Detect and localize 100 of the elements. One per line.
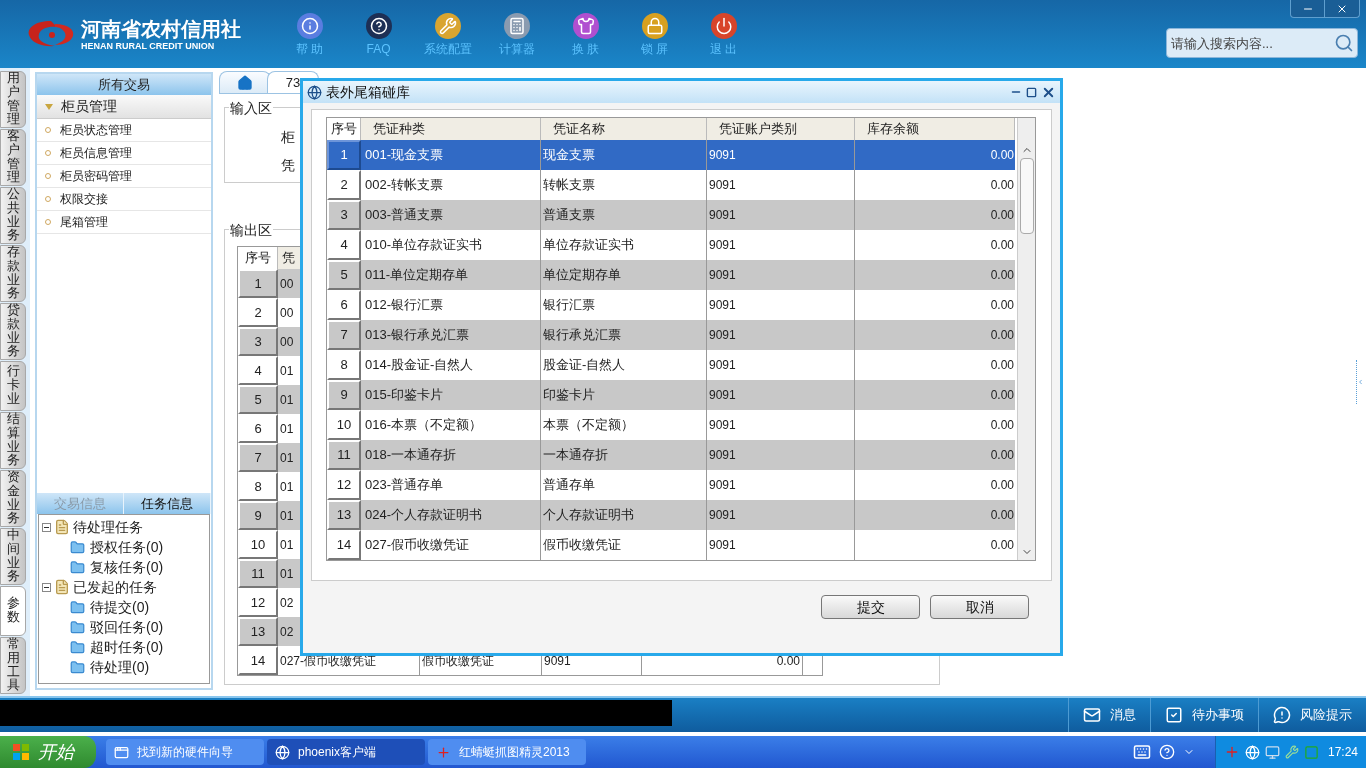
tree-toggle-icon[interactable] — [42, 522, 51, 532]
side-tab[interactable]: 存款业务 — [0, 245, 26, 302]
table-cell: 9091 — [707, 530, 855, 560]
row-number: 10 — [238, 530, 278, 559]
row-number: 9 — [327, 380, 361, 410]
status-button[interactable]: 风险提示 — [1258, 698, 1366, 732]
table-row[interactable]: 5 011-单位定期存单 单位定期存单 9091 0.00 — [327, 260, 1015, 290]
table-cell-text: 0.00 — [989, 177, 1015, 194]
status-button[interactable]: 待办事项 — [1150, 698, 1258, 732]
sidebar-item[interactable]: 柜员信息管理 — [37, 142, 211, 165]
search-field[interactable]: 请输入搜索内容... — [1166, 28, 1358, 58]
caret-icon — [45, 103, 53, 110]
folder-icon — [70, 599, 85, 615]
info-icon — [296, 12, 323, 39]
table-row[interactable]: 4 010-单位存款证实书 单位存款证实书 9091 0.00 — [327, 230, 1015, 260]
tree-node[interactable]: 待提交(0) — [90, 596, 150, 618]
side-tab[interactable]: 贷款业务 — [0, 303, 26, 360]
row-number: 8 — [238, 472, 278, 501]
tree-node[interactable]: 超时任务(0) — [90, 636, 164, 658]
table-cell: 027-假币收缴凭证 — [361, 530, 541, 560]
row-number: 7 — [327, 320, 361, 350]
tree-node[interactable]: 待处理任务 — [73, 516, 143, 538]
table-row[interactable]: 2 002-转帐支票 转帐支票 9091 0.00 — [327, 170, 1015, 200]
lock-icon — [641, 12, 668, 39]
table-row[interactable]: 3 003-普通支票 普通支票 9091 0.00 — [327, 200, 1015, 230]
row-number: 10 — [327, 410, 361, 440]
tree-toggle-icon[interactable] — [42, 582, 51, 592]
sidebar-item[interactable]: 柜员密码管理 — [37, 165, 211, 188]
folder-icon — [70, 619, 85, 635]
side-tab[interactable]: 资金业务 — [0, 470, 26, 527]
table-cell-text: 0.00 — [989, 267, 1015, 284]
table-cell-text: 0.00 — [989, 297, 1015, 314]
table-row[interactable]: 9 015-印鉴卡片 印鉴卡片 9091 0.00 — [327, 380, 1015, 410]
table-row[interactable]: 10 016-本票（不定额） 本票（不定额） 9091 0.00 — [327, 410, 1015, 440]
side-tab[interactable]: 参数 — [0, 586, 26, 636]
table-row[interactable]: 6 012-银行汇票 银行汇票 9091 0.00 — [327, 290, 1015, 320]
dialog-button[interactable]: 取消 — [930, 595, 1029, 619]
help-icon — [365, 12, 392, 39]
mail-icon — [1083, 706, 1101, 724]
tree-node[interactable]: 驳回任务(0) — [90, 616, 164, 638]
sidebar-item[interactable]: 权限交接 — [37, 188, 211, 211]
info-tab[interactable]: 任务信息 — [124, 493, 211, 514]
help-icon[interactable] — [1158, 744, 1175, 760]
table-row[interactable]: 1 001-现金支票 现金支票 9091 0.00 — [327, 140, 1015, 170]
row-number: 14 — [327, 530, 361, 560]
table-cell-text: 0.00 — [989, 207, 1015, 224]
row-number: 1 — [327, 140, 361, 170]
taskbar-button[interactable]: phoenix客户端 — [267, 739, 425, 765]
tree-node[interactable]: 待处理(0) — [90, 656, 150, 678]
column-header: 序号 — [327, 118, 361, 140]
scroll-thumb[interactable] — [1019, 158, 1034, 234]
side-tab[interactable]: 公共业务 — [0, 187, 26, 244]
tool-icon[interactable] — [1284, 745, 1299, 759]
row-number: 4 — [238, 356, 278, 385]
collapse-handle[interactable] — [1356, 360, 1364, 404]
row-number: 3 — [238, 327, 278, 356]
row-number: 13 — [238, 617, 278, 646]
status-button[interactable]: 消息 — [1068, 698, 1150, 732]
keyboard-icon[interactable] — [1132, 743, 1151, 761]
table-row[interactable]: 14 027-假币收缴凭证 假币收缴凭证 9091 0.00 — [327, 530, 1015, 560]
table-cell-text: 0.00 — [989, 417, 1015, 434]
folder-icon — [70, 539, 85, 555]
sidebar-item[interactable]: 柜员状态管理 — [37, 119, 211, 142]
home-tab[interactable] — [219, 71, 271, 93]
row-number: 2 — [327, 170, 361, 200]
tree-node[interactable]: 复核任务(0) — [90, 556, 164, 578]
side-tab[interactable]: 结算业务 — [0, 412, 26, 469]
section-title: 输入区 — [229, 98, 273, 119]
chevron-left-icon — [1357, 377, 1364, 387]
tree-node[interactable]: 授权任务(0) — [90, 536, 164, 558]
scrollbar[interactable] — [1017, 118, 1035, 560]
folder-document-icon — [54, 579, 70, 595]
table-cell-text: 0.00 — [989, 387, 1015, 404]
search-icon[interactable] — [1334, 33, 1354, 53]
table-cell-text: 0.00 — [989, 357, 1015, 374]
side-tab[interactable]: 用户管理 — [0, 71, 26, 128]
calculator-icon — [503, 12, 530, 39]
side-tab[interactable]: 客户管理 — [0, 129, 26, 186]
dialog-button[interactable]: 提交 — [821, 595, 920, 619]
side-tab[interactable]: 行卡业 — [0, 361, 26, 411]
table-row[interactable]: 13 024-个人存款证明书 个人存款证明书 9091 0.00 — [327, 500, 1015, 530]
tree-node[interactable]: 已发起的任务 — [73, 576, 157, 598]
table-row[interactable]: 11 018-一本通存折 一本通存折 9091 0.00 — [327, 440, 1015, 470]
network-icon[interactable] — [1264, 744, 1280, 760]
maximize-icon[interactable] — [1026, 86, 1037, 98]
sidebar-item[interactable]: 尾箱管理 — [37, 211, 211, 234]
field-label: 柜 — [281, 128, 295, 146]
sidebar-group[interactable]: 柜员管理 — [37, 95, 211, 119]
table-cell-text: 0.00 — [989, 507, 1015, 524]
side-tab[interactable]: 常用工具 — [0, 637, 26, 694]
table-row[interactable]: 12 023-普通存单 普通存单 9091 0.00 — [327, 470, 1015, 500]
globe-icon[interactable] — [1244, 744, 1260, 760]
globe-icon — [275, 744, 290, 760]
start-button[interactable]: 开始 — [0, 736, 96, 768]
table-row[interactable]: 7 013-银行承兑汇票 银行承兑汇票 9091 0.00 — [327, 320, 1015, 350]
table-row[interactable]: 8 014-股金证-自然人 股金证-自然人 9091 0.00 — [327, 350, 1015, 380]
side-tab[interactable]: 中间业务 — [0, 528, 26, 585]
table-cell-text: 0.00 — [989, 327, 1015, 344]
table-cell: 假币收缴凭证 — [541, 530, 707, 560]
row-number: 8 — [327, 350, 361, 380]
